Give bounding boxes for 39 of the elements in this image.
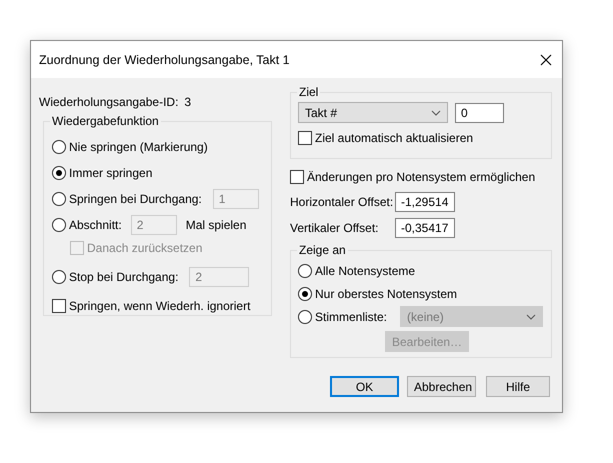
id-value: 3 — [184, 95, 192, 109]
option-label: Alle Notensysteme — [315, 264, 416, 278]
close-icon[interactable] — [540, 54, 552, 66]
id-label: Wiederholungsangabe-ID: — [39, 95, 178, 109]
chevron-down-icon — [431, 110, 441, 116]
offset-label: Vertikaler Offset: — [290, 221, 380, 235]
offset-field[interactable]: -1,29514 — [395, 192, 455, 212]
radio-button[interactable] — [298, 286, 312, 300]
option-label: Abschnitt: — [69, 218, 122, 232]
option-label: Änderungen pro Notensystem ermöglichen — [307, 170, 536, 184]
option-label: Nur oberstes Notensystem — [315, 286, 458, 300]
checkbox[interactable] — [298, 131, 312, 145]
option-label: Ziel automatisch aktualisieren — [315, 131, 474, 145]
checkbox[interactable] — [290, 170, 304, 184]
option-label: Danach zurücksetzen — [87, 241, 202, 255]
option-label: Springen bei Durchgang: — [69, 192, 202, 206]
target-dropdown[interactable]: Takt # — [298, 102, 448, 123]
offset-label: Horizontaler Offset: — [290, 195, 394, 209]
radio-button[interactable] — [298, 264, 312, 278]
dialog-button[interactable]: OK — [330, 376, 399, 397]
radio-button[interactable] — [52, 166, 66, 180]
option-label: Nie springen (Markierung) — [69, 140, 208, 154]
offset-field[interactable]: -0,35417 — [395, 218, 455, 238]
checkbox[interactable] — [52, 299, 66, 313]
radio-button[interactable] — [52, 140, 66, 154]
chevron-down-icon — [526, 314, 536, 320]
option-label: Stop bei Durchgang: — [69, 270, 178, 284]
option-label: Stimmenliste: — [315, 310, 388, 324]
option-label: Springen, wenn Wiederh. ignoriert — [69, 299, 250, 313]
group-title: Zeige an — [297, 243, 348, 257]
radio-button[interactable] — [298, 310, 312, 324]
group-title: Ziel — [297, 85, 320, 99]
dialog-button[interactable]: Hilfe — [486, 376, 550, 397]
group-title: Wiedergabefunktion — [50, 114, 161, 128]
dialog-button[interactable]: Abbrechen — [407, 376, 476, 397]
target-field[interactable]: 0 — [455, 102, 504, 122]
option-label: Immer springen — [69, 166, 152, 180]
window-title: Zuordnung der Wiederholungsangabe, Takt 1 — [39, 52, 290, 66]
suffix-label: Mal spielen — [186, 218, 246, 232]
